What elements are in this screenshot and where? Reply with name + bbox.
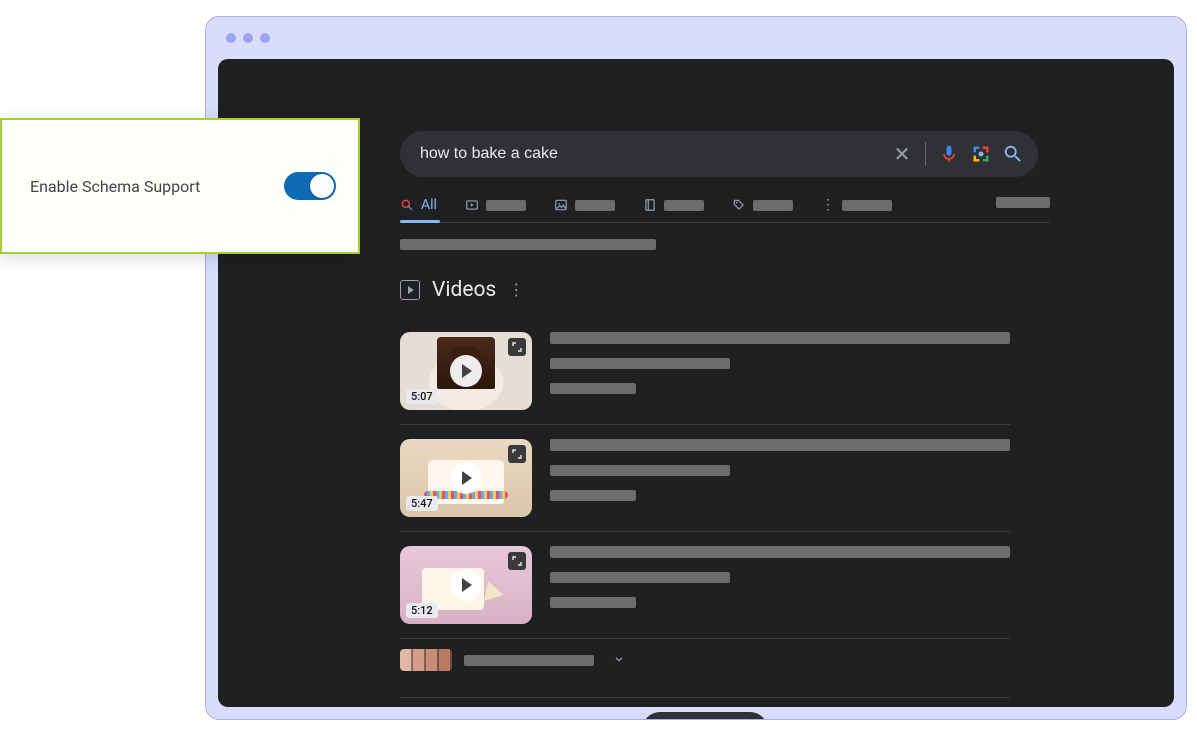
- tab-shopping[interactable]: [732, 198, 793, 222]
- mic-icon[interactable]: [938, 143, 960, 165]
- video-sub-placeholder: [550, 465, 730, 476]
- videos-section-header: Videos ⋮: [400, 278, 1174, 302]
- books-tab-icon: [643, 198, 657, 212]
- tab-more[interactable]: ⋮: [821, 198, 892, 222]
- page-viewport: ✕ All: [218, 59, 1174, 707]
- tab-all-label: All: [421, 197, 437, 213]
- video-meta: [550, 546, 1010, 624]
- lens-icon[interactable]: [970, 143, 992, 165]
- images-tab-icon: [554, 198, 568, 212]
- expand-icon[interactable]: [508, 552, 526, 570]
- video-title-placeholder: [550, 439, 1010, 451]
- kebab-icon: ⋮: [821, 198, 835, 212]
- video-duration: 5:47: [406, 496, 438, 511]
- videos-section-icon: [400, 280, 420, 300]
- toggle-knob: [310, 174, 334, 198]
- tab-images[interactable]: [554, 198, 615, 222]
- tab-videos[interactable]: [465, 198, 526, 222]
- video-meta: [550, 439, 1010, 517]
- video-thumbnail[interactable]: 5:12: [400, 546, 532, 624]
- moments-strip-icon: [400, 649, 452, 671]
- video-result[interactable]: 5:12: [400, 531, 1010, 638]
- video-sub-placeholder: [550, 490, 636, 501]
- tab-placeholder: [575, 200, 615, 211]
- titlebar: [206, 17, 1186, 59]
- clear-icon[interactable]: ✕: [891, 143, 913, 165]
- moments-label-placeholder: [464, 655, 594, 666]
- play-icon: [450, 355, 482, 387]
- videos-tab-icon: [465, 198, 479, 212]
- video-duration: 5:07: [406, 389, 438, 404]
- tools-placeholder[interactable]: [996, 197, 1050, 208]
- window-dot-2: [243, 33, 253, 43]
- video-meta: [550, 332, 1010, 410]
- play-icon: [450, 569, 482, 601]
- search-input[interactable]: [420, 145, 881, 163]
- video-result[interactable]: 5:47: [400, 424, 1010, 531]
- section-kebab-icon[interactable]: ⋮: [508, 282, 524, 298]
- search-bar: ✕: [400, 131, 1038, 177]
- shopping-tab-icon: [732, 198, 746, 212]
- tab-books[interactable]: [643, 198, 704, 222]
- video-title-placeholder: [550, 546, 1010, 558]
- tab-placeholder: [486, 200, 526, 211]
- video-sub-placeholder: [550, 572, 730, 583]
- video-thumbnail[interactable]: 5:47: [400, 439, 532, 517]
- schema-toggle[interactable]: [284, 172, 336, 200]
- schema-toggle-label: Enable Schema Support: [30, 177, 200, 196]
- expand-icon[interactable]: [508, 338, 526, 356]
- video-thumbnail[interactable]: 5:07: [400, 332, 532, 410]
- video-result[interactable]: 5:07: [400, 318, 1010, 424]
- active-tab-underline: [400, 220, 440, 223]
- tab-placeholder: [664, 200, 704, 211]
- video-sub-placeholder: [550, 383, 636, 394]
- key-moments-row[interactable]: [400, 638, 1010, 687]
- tab-placeholder: [842, 200, 892, 211]
- results-meta-placeholder: [400, 239, 656, 250]
- video-title-placeholder: [550, 332, 1010, 344]
- video-duration: 5:12: [406, 603, 438, 618]
- all-tab-icon: [400, 198, 414, 212]
- tab-placeholder: [753, 200, 793, 211]
- search-icon[interactable]: [1002, 143, 1024, 165]
- play-icon: [450, 462, 482, 494]
- expand-icon[interactable]: [508, 445, 526, 463]
- chevron-down-icon: [612, 651, 626, 670]
- view-all-row: View all: [400, 697, 1010, 720]
- view-all-button[interactable]: View all: [642, 712, 768, 720]
- search-divider: [925, 142, 926, 166]
- tabs-row: All: [400, 197, 1038, 223]
- videos-section-title: Videos: [432, 278, 496, 302]
- video-sub-placeholder: [550, 597, 636, 608]
- window-dot-1: [226, 33, 236, 43]
- schema-overlay-card: Enable Schema Support: [0, 118, 360, 254]
- tabs-underline: [400, 222, 1050, 223]
- window-dot-3: [260, 33, 270, 43]
- video-list: 5:07 5:47: [400, 318, 1010, 687]
- video-sub-placeholder: [550, 358, 730, 369]
